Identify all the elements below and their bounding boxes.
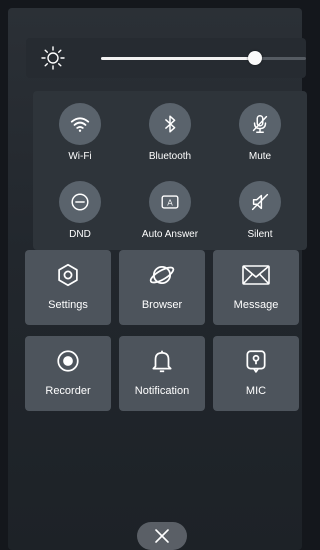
quick-toggles-panel: Wi-Fi Bluetooth Mute DND A Auto Answer S…	[33, 91, 307, 250]
toggle-label: Bluetooth	[148, 151, 192, 162]
settings-icon	[52, 260, 84, 290]
brightness-slider[interactable]	[101, 51, 306, 65]
bell-icon	[146, 346, 178, 376]
tile-label: Settings	[48, 299, 88, 311]
tile-settings[interactable]: Settings	[25, 250, 111, 325]
toggle-silent[interactable]: Silent	[215, 171, 305, 249]
brightness-slider-handle[interactable]	[247, 51, 262, 65]
mic-muted-icon	[239, 103, 281, 145]
toggle-bluetooth[interactable]: Bluetooth	[125, 93, 215, 171]
toggle-label: Auto Answer	[141, 229, 199, 240]
tile-notification[interactable]: Notification	[119, 336, 205, 411]
record-icon	[52, 346, 84, 376]
toggle-dnd[interactable]: DND	[35, 171, 125, 249]
auto-answer-icon: A	[149, 181, 191, 223]
tile-message[interactable]: Message	[213, 250, 299, 325]
tile-recorder[interactable]: Recorder	[25, 336, 111, 411]
wifi-icon	[59, 103, 101, 145]
tile-label: Notification	[134, 385, 190, 397]
browser-icon	[146, 260, 178, 290]
toggle-auto-answer[interactable]: A Auto Answer	[125, 171, 215, 249]
toggle-label: DND	[69, 229, 91, 240]
tile-label: Browser	[141, 299, 183, 311]
brightness-slider-fill	[101, 57, 255, 60]
bluetooth-icon	[149, 103, 191, 145]
toggle-mute[interactable]: Mute	[215, 93, 305, 171]
toggle-label: Mute	[248, 151, 272, 162]
tile-label: MIC	[245, 385, 267, 397]
control-center: Wi-Fi Bluetooth Mute DND A Auto Answer S…	[8, 8, 307, 550]
tile-browser[interactable]: Browser	[119, 250, 205, 325]
tile-mic[interactable]: MIC	[213, 336, 299, 411]
envelope-icon	[240, 260, 272, 290]
toggle-wifi[interactable]: Wi-Fi	[35, 93, 125, 171]
mic-icon	[240, 346, 272, 376]
close-button[interactable]	[137, 522, 187, 550]
toggle-label: Silent	[247, 229, 273, 240]
tile-label: Message	[233, 299, 279, 311]
sun-icon	[40, 45, 66, 71]
speaker-muted-icon	[239, 181, 281, 223]
close-icon	[154, 528, 170, 544]
toggle-label: Wi-Fi	[68, 151, 92, 162]
dnd-icon	[59, 181, 101, 223]
tile-label: Recorder	[45, 385, 91, 397]
auto-answer-glyph: A	[167, 199, 173, 208]
brightness-control	[26, 38, 306, 78]
